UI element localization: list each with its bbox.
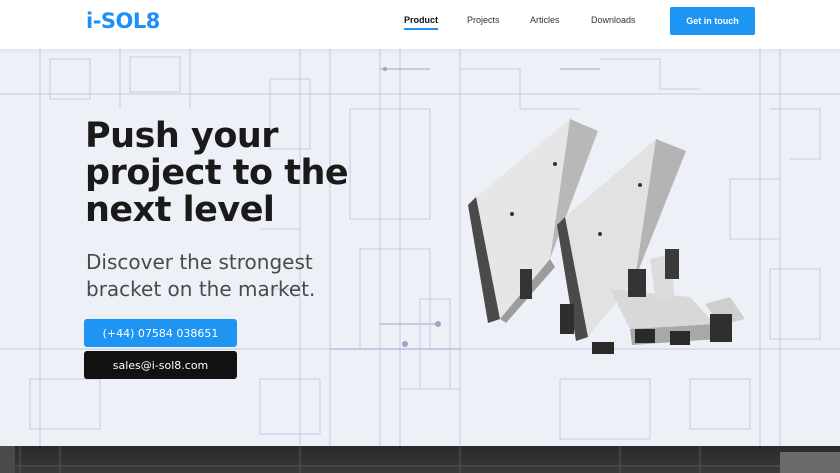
nav-articles[interactable]: Articles bbox=[530, 15, 560, 25]
hero-subline: Discover the strongest bracket on the ma… bbox=[86, 250, 316, 301]
nav-projects[interactable]: Projects bbox=[467, 15, 500, 25]
site-header: i-SOL8 Product Projects Articles Downloa… bbox=[0, 0, 840, 49]
hero-headline: Push your project to the next level bbox=[85, 116, 349, 230]
site-logo[interactable]: i-SOL8 bbox=[86, 8, 160, 34]
nav-product[interactable]: Product bbox=[404, 15, 439, 30]
bracket-product-image bbox=[468, 119, 745, 354]
logo-text: i-SOL8 bbox=[86, 9, 160, 33]
building-photo-strip bbox=[0, 446, 840, 473]
next-section-preview bbox=[0, 446, 840, 473]
nav-downloads[interactable]: Downloads bbox=[591, 15, 636, 25]
hero-section: Push your project to the next level Disc… bbox=[0, 49, 840, 446]
phone-button[interactable]: (+44) 07584 038651 bbox=[84, 319, 237, 347]
get-in-touch-button[interactable]: Get in touch bbox=[670, 7, 755, 35]
email-button[interactable]: sales@i-sol8.com bbox=[84, 351, 237, 379]
